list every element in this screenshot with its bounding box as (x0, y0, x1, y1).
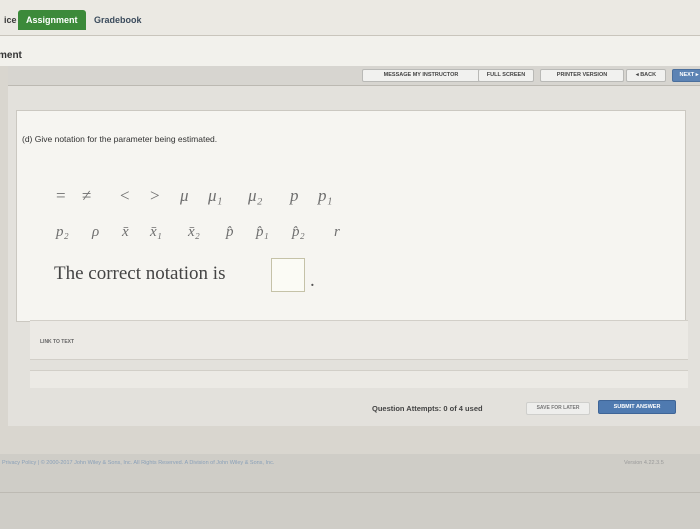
tab-gradebook[interactable]: Gradebook (86, 10, 150, 30)
symbol-xbar1-button[interactable]: x̄₁ (150, 224, 162, 241)
heading-area: ment (0, 36, 700, 66)
symbol-mu-button[interactable]: μ (180, 186, 189, 206)
symbol-p2-button[interactable]: p₂ (56, 224, 69, 241)
symbol-xbar2-button[interactable]: x̄₂ (188, 224, 200, 241)
version-text: Version 4.22.3.5 (624, 460, 664, 466)
symbol-equals-button[interactable]: = (56, 186, 66, 206)
next-button[interactable]: NEXT ▸ (672, 69, 700, 82)
symbol-phat1-button[interactable]: p̂₁ (256, 224, 269, 241)
symbol-r-button[interactable]: r (334, 224, 340, 241)
symbol-xbar-button[interactable]: x̄ (122, 224, 129, 241)
answer-period: . (310, 270, 315, 291)
footer-links[interactable]: Privacy Policy | © 2000-2017 John Wiley … (2, 460, 274, 466)
symbol-rho-button[interactable]: ρ (92, 224, 99, 241)
hint-bar (30, 370, 688, 388)
symbol-p1-button[interactable]: p₁ (318, 186, 332, 206)
symbol-less-than-button[interactable]: < (120, 186, 130, 206)
symbol-mu2-button[interactable]: μ₂ (248, 186, 262, 206)
back-button[interactable]: ◂ BACK (626, 69, 666, 82)
link-to-text-bar: LINK TO TEXT (30, 320, 688, 360)
question-prompt: (d) Give notation for the parameter bein… (22, 134, 218, 144)
symbol-not-equal-button[interactable]: ≠ (82, 186, 91, 206)
tab-bar: ice Assignment Gradebook (0, 0, 700, 36)
full-screen-button[interactable]: FULL SCREEN (478, 69, 534, 82)
symbol-greater-than-button[interactable]: > (150, 186, 160, 206)
answer-label: The correct notation is (54, 263, 226, 284)
save-for-later-button[interactable]: SAVE FOR LATER (526, 402, 590, 415)
footer: Privacy Policy | © 2000-2017 John Wiley … (0, 454, 700, 529)
symbol-p-button[interactable]: p (290, 186, 299, 206)
submit-answer-button[interactable]: SUBMIT ANSWER (598, 400, 676, 414)
toolbar: MESSAGE MY INSTRUCTOR FULL SCREEN PRINTE… (8, 66, 700, 86)
footer-divider (0, 492, 700, 493)
answer-input[interactable] (271, 258, 305, 292)
symbol-mu1-button[interactable]: μ₁ (208, 186, 222, 206)
symbol-phat-button[interactable]: p̂ (226, 224, 234, 241)
printer-version-button[interactable]: PRINTER VERSION (540, 69, 624, 82)
message-instructor-button[interactable]: MESSAGE MY INSTRUCTOR (362, 69, 480, 82)
link-to-text[interactable]: LINK TO TEXT (40, 339, 74, 345)
symbol-phat2-button[interactable]: p̂₂ (292, 224, 305, 241)
tab-assignment[interactable]: Assignment (18, 10, 86, 30)
question-attempts: Question Attempts: 0 of 4 used (372, 404, 483, 413)
page-title: ment (0, 50, 22, 61)
